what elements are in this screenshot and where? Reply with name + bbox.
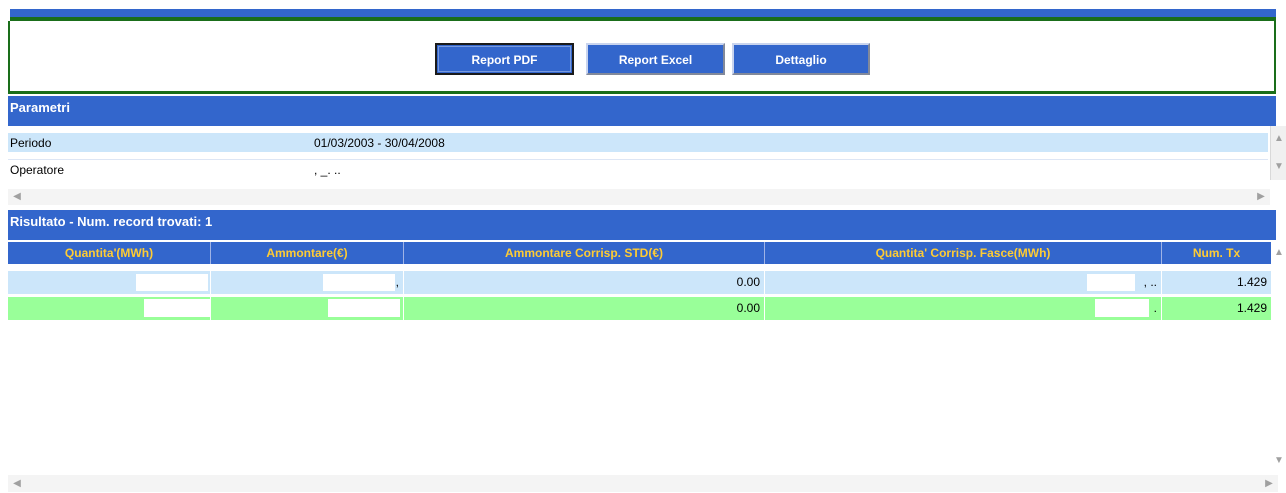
risultato-title: Risultato - Num. record trovati: 1 — [10, 214, 213, 229]
results-table-header: Quantita'(MWh) Ammontare(€) Ammontare Co… — [8, 242, 1271, 264]
param-value: , _. .. — [314, 163, 341, 177]
cell-ammontare — [211, 297, 404, 320]
cell-quantita-fasce: . — [765, 297, 1162, 320]
chevron-right-icon[interactable]: ▶ — [1254, 190, 1268, 204]
results-horizontal-scrollbar[interactable]: ◀ ▶ — [8, 475, 1278, 492]
parametri-vertical-scrollbar[interactable]: ▲ ▼ — [1270, 126, 1286, 180]
chevron-down-icon[interactable]: ▼ — [1272, 160, 1286, 174]
risultato-header: Risultato - Num. record trovati: 1 — [8, 210, 1276, 240]
column-header-quantita-fasce[interactable]: Quantita' Corrisp. Fasce(MWh) — [765, 242, 1162, 264]
param-value: 01/03/2003 - 30/04/2008 — [314, 136, 445, 150]
parametri-horizontal-scrollbar[interactable]: ◀ ▶ — [8, 189, 1270, 205]
redacted-value — [136, 274, 208, 291]
cell-ammontare-std: 0.00 — [404, 297, 765, 320]
column-header-num-tx[interactable]: Num. Tx — [1162, 242, 1271, 264]
report-excel-button[interactable]: Report Excel — [586, 43, 725, 75]
cell-quantita — [8, 297, 211, 320]
parametri-title: Parametri — [10, 100, 70, 115]
cell-num-tx: 1.429 — [1236, 275, 1267, 289]
redacted-value — [328, 299, 400, 317]
param-label: Periodo — [10, 136, 52, 150]
top-banner-blue-strip — [10, 9, 1276, 17]
table-row[interactable]: , 0.00 , .. 1.429 — [8, 271, 1271, 294]
redacted-value — [1087, 274, 1135, 291]
chevron-left-icon[interactable]: ◀ — [10, 477, 24, 491]
cell-quantita-fasce: , .. — [765, 271, 1162, 294]
top-banner — [0, 0, 1286, 21]
column-header-quantita[interactable]: Quantita'(MWh) — [8, 242, 211, 264]
redacted-value — [1095, 299, 1149, 317]
redacted-value — [144, 299, 210, 317]
report-toolbar: Report PDF Report Excel Dettaglio — [8, 21, 1276, 94]
column-header-ammontare[interactable]: Ammontare(€) — [211, 242, 404, 264]
chevron-left-icon[interactable]: ◀ — [10, 190, 24, 204]
param-row-periodo: Periodo 01/03/2003 - 30/04/2008 — [8, 133, 1268, 153]
chevron-right-icon[interactable]: ▶ — [1262, 477, 1276, 491]
cell-ammontare: , — [211, 271, 404, 294]
redacted-value — [323, 274, 395, 291]
column-header-ammontare-std[interactable]: Ammontare Corrisp. STD(€) — [404, 242, 765, 264]
param-label: Operatore — [10, 163, 65, 177]
param-row-operatore: Operatore , _. .. — [8, 159, 1268, 179]
cell-num-tx: 1.429 — [1236, 301, 1267, 315]
chevron-up-icon[interactable]: ▲ — [1272, 246, 1286, 260]
cell-quantita — [8, 271, 211, 294]
report-pdf-button[interactable]: Report PDF — [435, 43, 574, 75]
table-row[interactable]: 0.00 . 1.429 — [8, 297, 1271, 320]
chevron-down-icon[interactable]: ▼ — [1272, 454, 1286, 468]
parametri-header: Parametri — [8, 96, 1276, 126]
cell-ammontare-std: 0.00 — [404, 271, 765, 294]
dettaglio-button[interactable]: Dettaglio — [732, 43, 870, 75]
chevron-up-icon[interactable]: ▲ — [1272, 132, 1286, 146]
results-vertical-scrollbar[interactable]: ▲ ▼ — [1271, 242, 1286, 473]
